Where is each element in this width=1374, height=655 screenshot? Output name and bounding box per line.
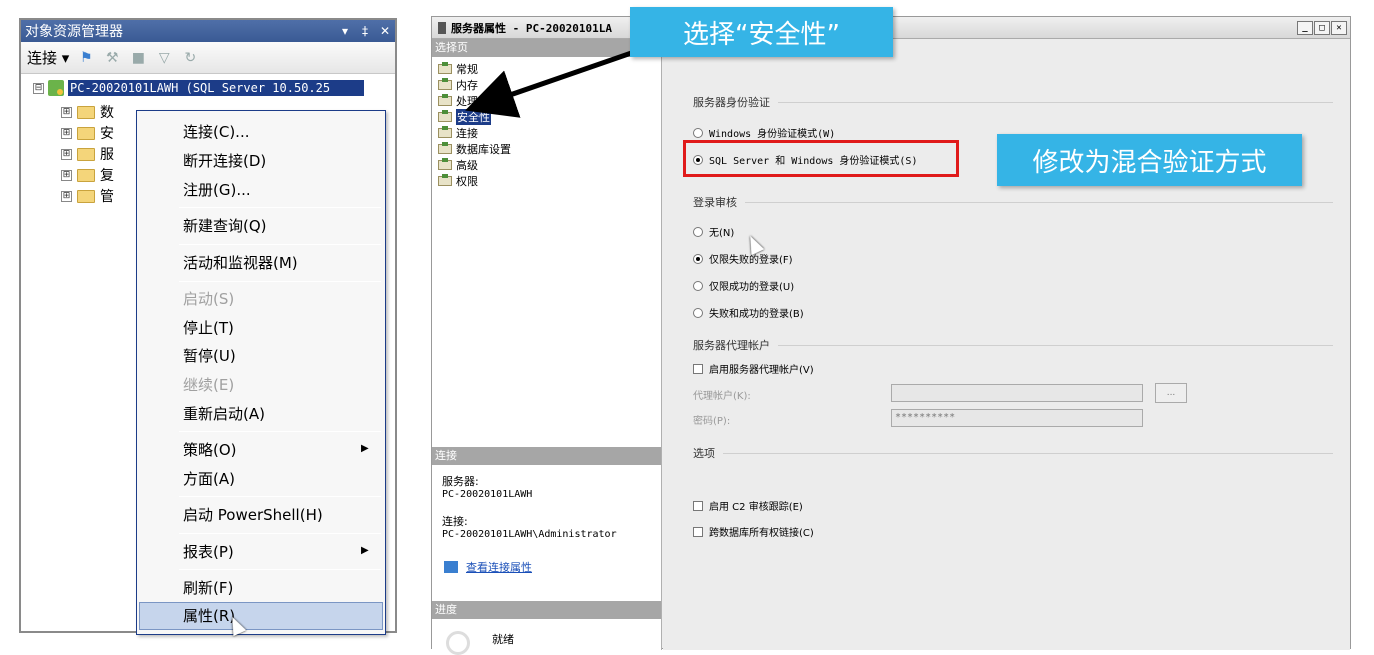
annotation-arrow	[465, 47, 641, 118]
arrow-line	[465, 47, 641, 118]
callout-select-security: 选择“安全性”	[630, 7, 893, 57]
highlight-box	[683, 140, 959, 177]
callout-mixed-auth: 修改为混合验证方式	[997, 134, 1302, 186]
